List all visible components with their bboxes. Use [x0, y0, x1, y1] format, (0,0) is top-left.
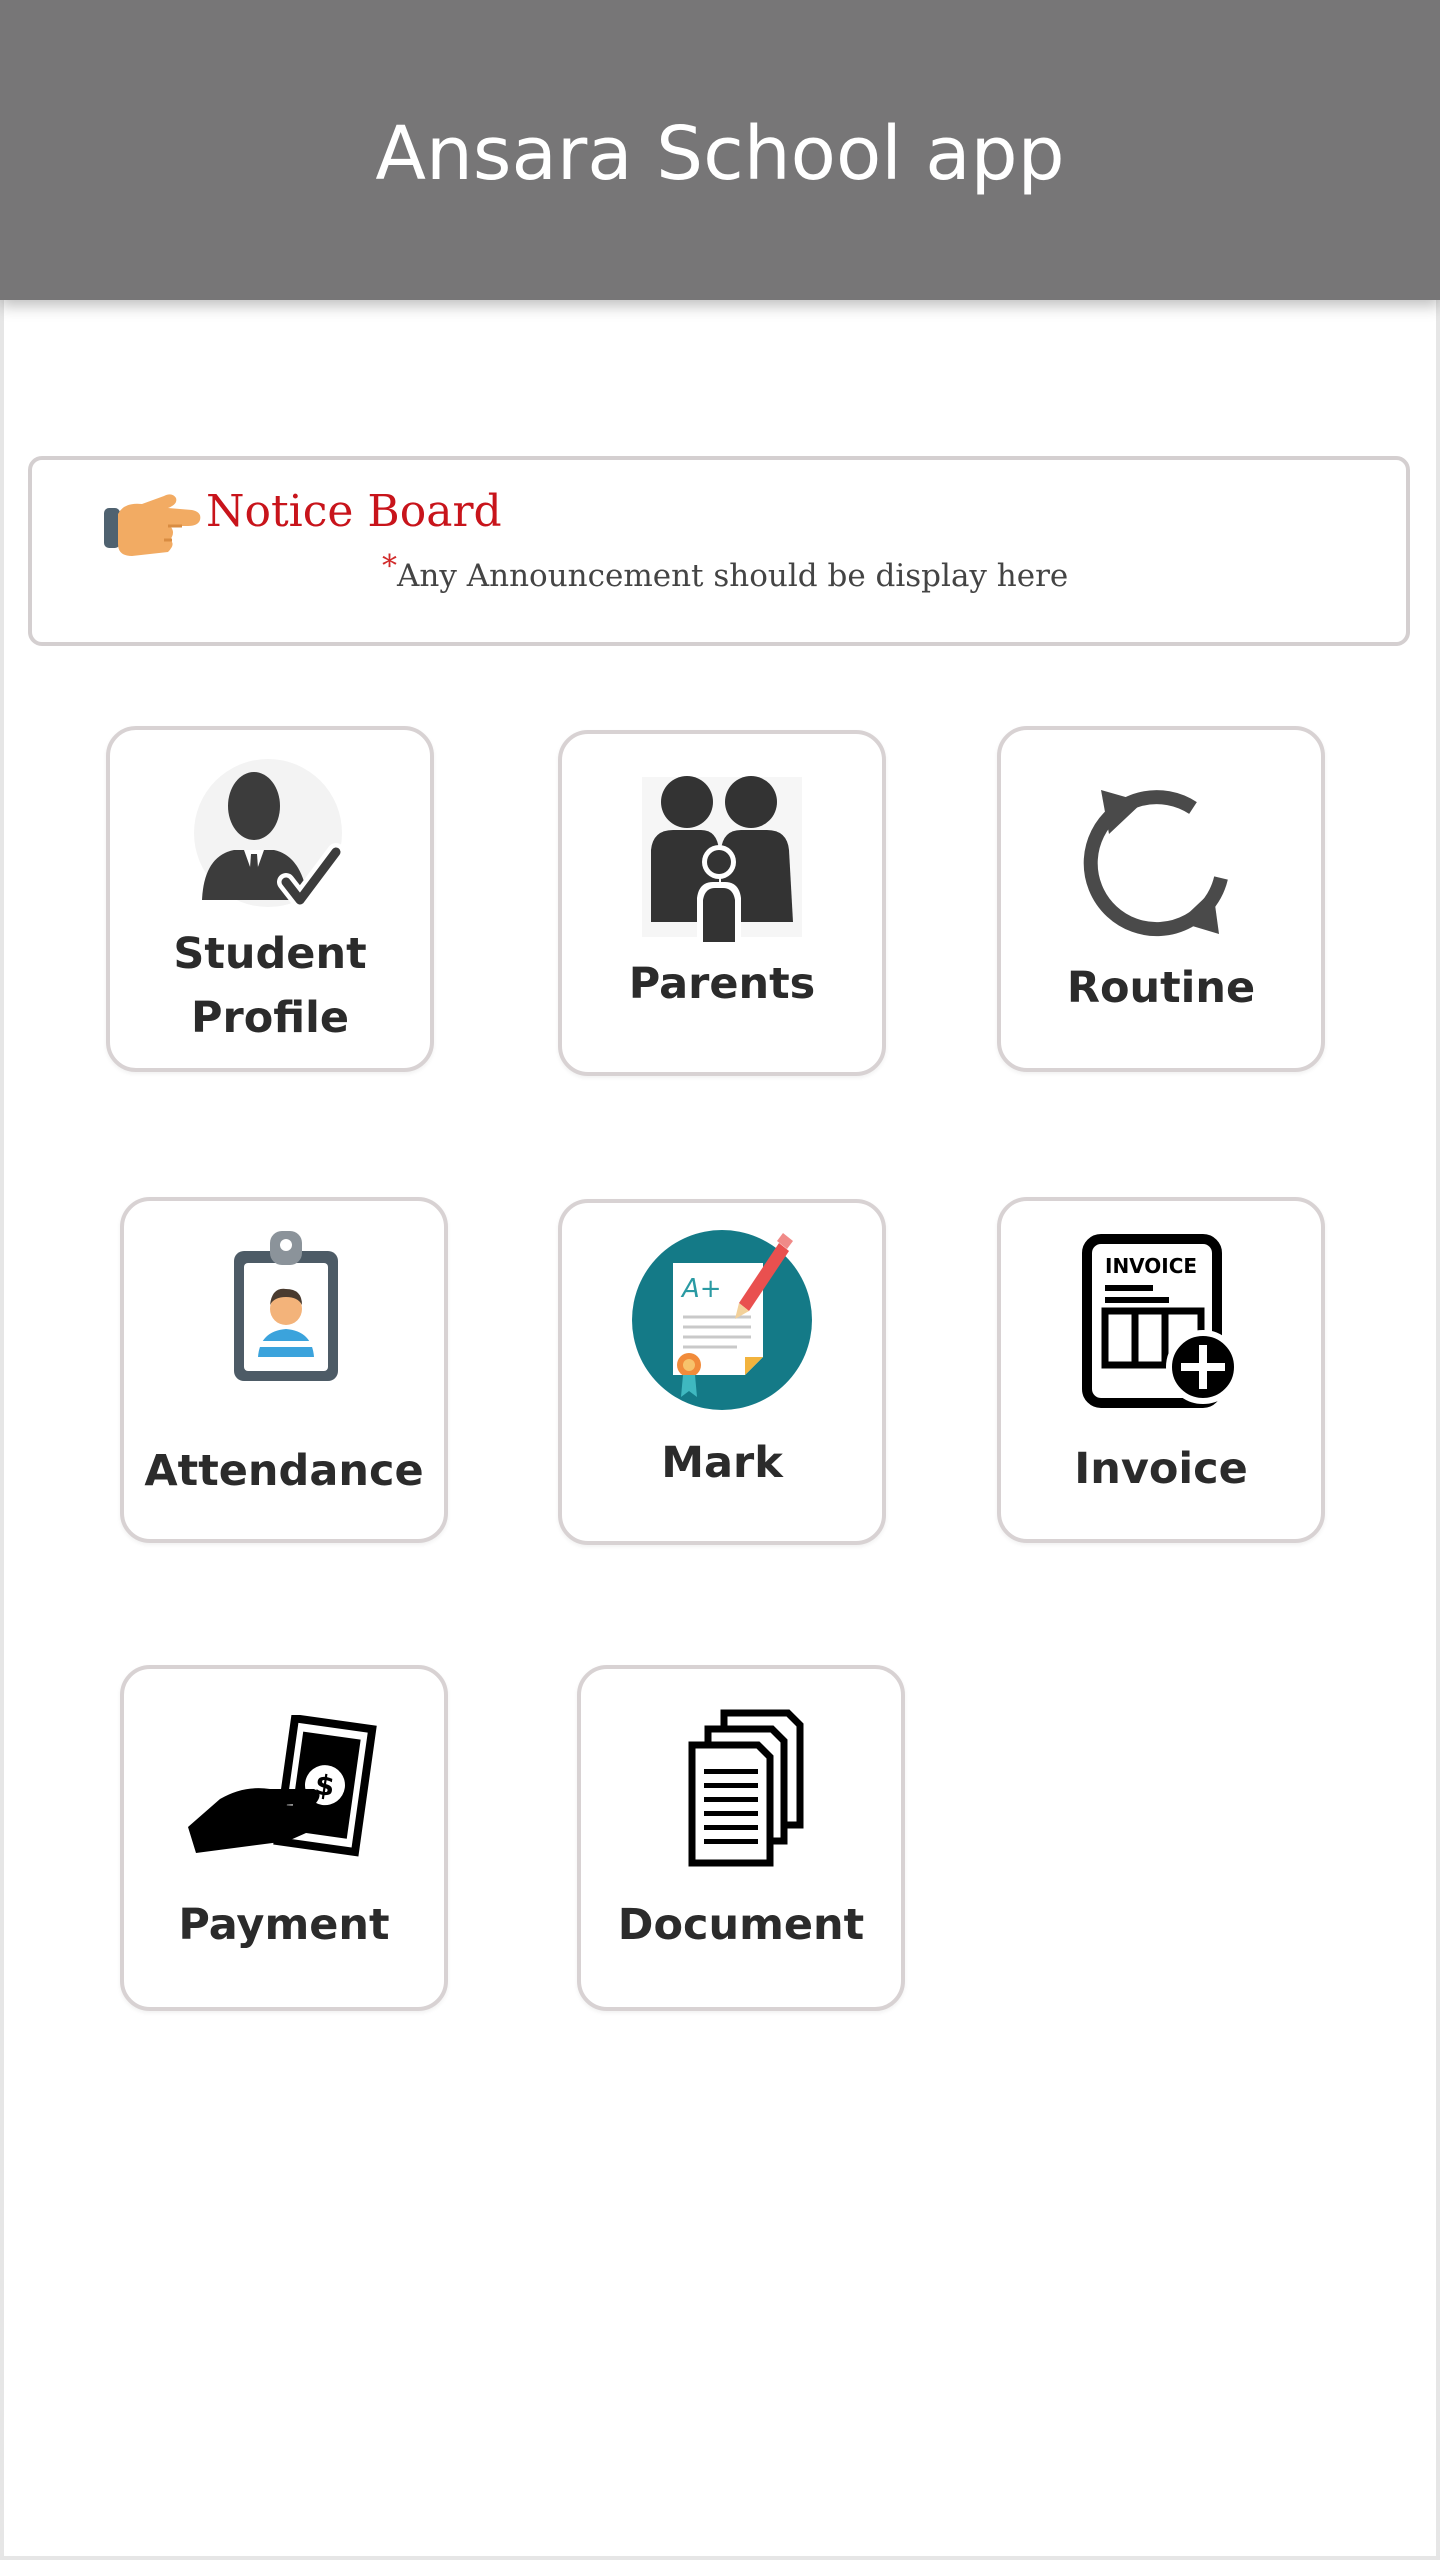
routine-label: Routine	[1066, 963, 1256, 1013]
invoice-heading-text: INVOICE	[1105, 1254, 1197, 1278]
student-profile-label-line2: Profile	[190, 993, 350, 1043]
parents-tile[interactable]: Parents	[558, 730, 886, 1076]
notice-board: Notice Board *Any Announcement should be…	[28, 456, 1410, 646]
payment-cash-icon: $	[188, 1715, 377, 1857]
document-tile[interactable]: Document	[577, 1665, 905, 2011]
document-stack-icon	[688, 1709, 804, 1867]
attendance-label: Attendance	[144, 1446, 424, 1496]
parents-label: Parents	[628, 959, 816, 1009]
app-title: Ansara School app	[375, 111, 1065, 197]
parents-icon	[642, 776, 802, 942]
mark-tile[interactable]: A+ Mark	[558, 1199, 886, 1545]
document-label: Document	[617, 1900, 865, 1950]
attendance-tile[interactable]: Attendance	[120, 1197, 448, 1543]
mark-grade-text: A+	[680, 1274, 722, 1304]
payment-label: Payment	[178, 1900, 390, 1950]
invoice-label: Invoice	[1074, 1444, 1248, 1494]
attendance-id-badge-icon	[234, 1231, 338, 1381]
student-profile-tile[interactable]: Student Profile	[106, 726, 434, 1072]
invoice-tile[interactable]: INVOICE Invoice	[997, 1197, 1325, 1543]
notice-board-title: Notice Board	[206, 486, 502, 537]
routine-tile[interactable]: Routine	[997, 726, 1325, 1072]
required-asterisk: *	[382, 549, 397, 584]
payment-tile[interactable]: $ Payment	[120, 1665, 448, 2011]
mark-label: Mark	[661, 1438, 783, 1488]
routine-refresh-icon	[1083, 790, 1228, 937]
student-profile-label-line1: Student	[173, 929, 367, 979]
mark-report-icon: A+	[632, 1230, 812, 1410]
pointing-hand-icon	[104, 494, 201, 556]
app-header: Ansara School app	[0, 0, 1440, 300]
notice-message: *Any Announcement should be display here	[382, 549, 1069, 594]
student-profile-icon	[194, 759, 345, 908]
notice-message-text: Any Announcement should be display here	[397, 558, 1069, 594]
invoice-icon: INVOICE	[1082, 1234, 1240, 1408]
